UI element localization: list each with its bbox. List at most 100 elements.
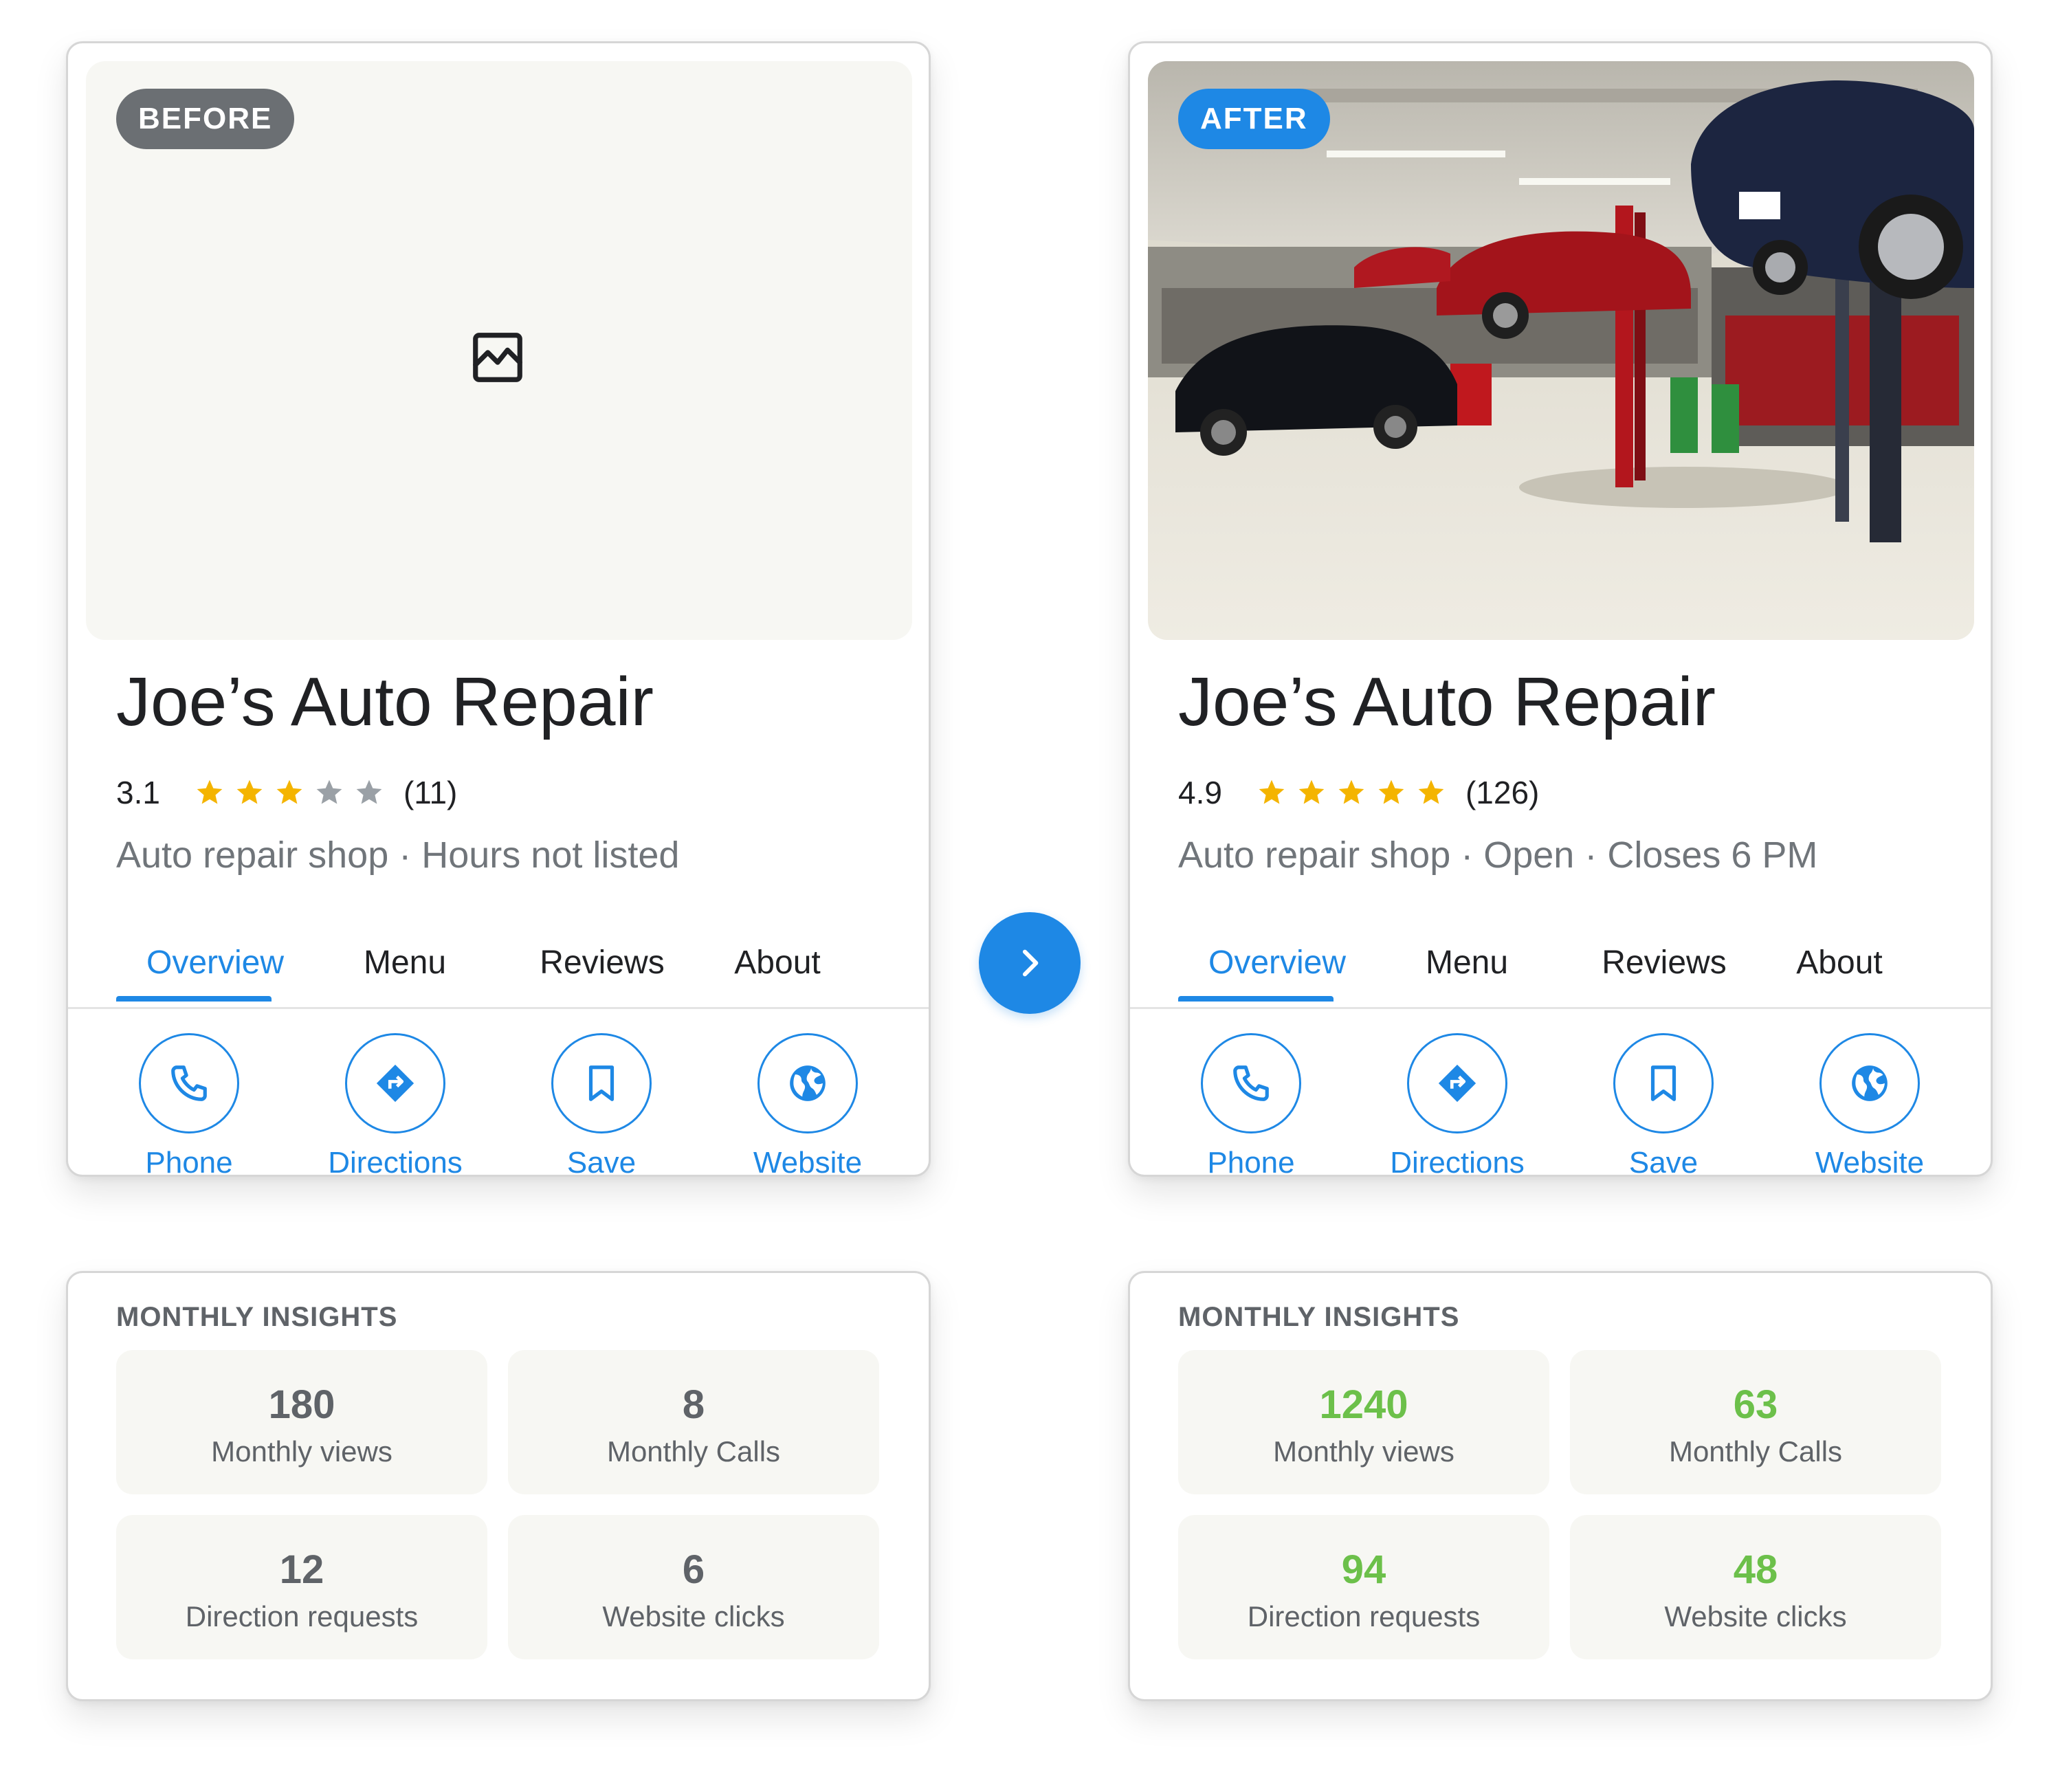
save-label[interactable]: Save — [512, 1146, 691, 1175]
star-empty-icon — [356, 779, 382, 804]
active-tab-indicator — [116, 996, 272, 1002]
metric-label: Monthly views — [1273, 1435, 1454, 1468]
tab-bar: Overview Menu Reviews About — [1130, 930, 1991, 1006]
phone-button[interactable]: Phone — [1162, 1033, 1340, 1175]
globe-icon — [1852, 1065, 1888, 1101]
directions-button-circle[interactable] — [345, 1033, 445, 1133]
tab-menu[interactable]: Menu — [1426, 944, 1508, 982]
phone-icon — [1233, 1065, 1269, 1101]
phone-button-circle[interactable] — [139, 1033, 239, 1133]
after-profile-card: AFTER Joe’s Auto Repair 4.9 (126) Auto r… — [1128, 41, 1993, 1177]
action-buttons: Phone Directions Save Website — [1130, 1033, 1991, 1175]
phone-label[interactable]: Phone — [1162, 1146, 1340, 1175]
star-filled-icon — [1378, 779, 1404, 804]
metric-value: 1240 — [1319, 1382, 1408, 1427]
metric-direction-requests: 94 Direction requests — [1178, 1515, 1549, 1659]
phone-icon — [171, 1065, 207, 1101]
chevron-right-icon — [1022, 949, 1039, 977]
save-button[interactable]: Save — [1574, 1033, 1753, 1175]
next-arrow-button[interactable] — [979, 912, 1081, 1014]
star-filled-icon — [197, 779, 223, 804]
metric-value: 63 — [1733, 1382, 1778, 1427]
tab-overview[interactable]: Overview — [1208, 944, 1346, 982]
tab-overview[interactable]: Overview — [146, 944, 284, 982]
metric-label: Monthly views — [211, 1435, 392, 1468]
directions-icon — [376, 1064, 414, 1103]
rating-row: 4.9 (126) — [1178, 772, 1539, 813]
metric-value: 48 — [1733, 1547, 1778, 1592]
before-hero-placeholder: BEFORE — [86, 61, 912, 640]
directions-label[interactable]: Directions — [1368, 1146, 1547, 1175]
tab-menu[interactable]: Menu — [364, 944, 446, 982]
phone-button[interactable]: Phone — [100, 1033, 278, 1175]
insights-title: MONTHLY INSIGHTS — [1178, 1302, 1460, 1332]
star-filled-icon — [1418, 779, 1444, 804]
after-badge: AFTER — [1178, 89, 1330, 149]
tab-reviews[interactable]: Reviews — [1602, 944, 1726, 982]
save-button-circle[interactable] — [551, 1033, 652, 1133]
tabs-divider — [68, 1007, 929, 1009]
metric-label: Website clicks — [1664, 1600, 1847, 1633]
star-filled-icon — [236, 779, 263, 804]
website-label[interactable]: Website — [1780, 1146, 1959, 1175]
directions-button-circle[interactable] — [1407, 1033, 1507, 1133]
metric-website-clicks: 6 Website clicks — [508, 1515, 879, 1659]
business-name: Joe’s Auto Repair — [116, 663, 654, 740]
business-subtitle: Auto repair shop · Hours not listed — [116, 834, 680, 876]
phone-label[interactable]: Phone — [100, 1146, 278, 1175]
metric-monthly-views: 180 Monthly views — [116, 1350, 487, 1494]
metric-value: 12 — [279, 1547, 324, 1592]
bookmark-icon — [1650, 1065, 1677, 1101]
star-filled-icon — [1338, 779, 1364, 804]
insights-title: MONTHLY INSIGHTS — [116, 1302, 398, 1332]
website-button[interactable]: Website — [718, 1033, 897, 1175]
after-insights-card: MONTHLY INSIGHTS 1240 Monthly views 63 M… — [1128, 1271, 1993, 1701]
metric-label: Monthly Calls — [606, 1435, 781, 1468]
tab-bar: Overview Menu Reviews About — [68, 930, 929, 1006]
tabs-divider — [1130, 1007, 1991, 1009]
before-profile-card: BEFORE Joe’s Auto Repair 3.1 (11) Auto r… — [66, 41, 931, 1177]
website-button[interactable]: Website — [1780, 1033, 1959, 1175]
metric-monthly-calls: 63 Monthly Calls — [1570, 1350, 1941, 1494]
metric-value: 8 — [682, 1382, 705, 1427]
star-rating — [1257, 777, 1446, 808]
globe-icon — [790, 1065, 826, 1101]
star-rating — [195, 777, 384, 808]
metric-monthly-views: 1240 Monthly views — [1178, 1350, 1549, 1494]
metric-value: 180 — [268, 1382, 335, 1427]
directions-label[interactable]: Directions — [306, 1146, 485, 1175]
metric-label: Monthly Calls — [1668, 1435, 1843, 1468]
star-filled-icon — [276, 779, 302, 804]
metric-value: 6 — [682, 1547, 705, 1592]
before-badge: BEFORE — [116, 89, 295, 149]
directions-button[interactable]: Directions — [306, 1033, 485, 1175]
metric-monthly-calls: 8 Monthly Calls — [508, 1350, 879, 1494]
review-count[interactable]: (11) — [403, 774, 457, 811]
tab-reviews[interactable]: Reviews — [540, 944, 664, 982]
star-empty-icon — [316, 779, 342, 804]
website-button-circle[interactable] — [1819, 1033, 1920, 1133]
active-tab-indicator — [1178, 996, 1334, 1002]
after-hero-photo[interactable]: AFTER — [1148, 61, 1974, 640]
rating-row: 3.1 (11) — [116, 772, 457, 813]
business-subtitle: Auto repair shop · Open · Closes 6 PM — [1178, 834, 1818, 876]
tab-about[interactable]: About — [734, 944, 820, 982]
metric-label: Website clicks — [602, 1600, 785, 1633]
metric-value: 94 — [1341, 1547, 1386, 1592]
directions-icon — [1438, 1064, 1476, 1103]
directions-button[interactable]: Directions — [1368, 1033, 1547, 1175]
broken-image-icon — [473, 333, 522, 382]
save-button[interactable]: Save — [512, 1033, 691, 1175]
rating-value: 4.9 — [1178, 775, 1222, 810]
website-label[interactable]: Website — [718, 1146, 897, 1175]
metric-label: Direction requests — [1247, 1600, 1481, 1633]
website-button-circle[interactable] — [757, 1033, 858, 1133]
save-label[interactable]: Save — [1574, 1146, 1753, 1175]
metric-website-clicks: 48 Website clicks — [1570, 1515, 1941, 1659]
review-count[interactable]: (126) — [1465, 774, 1539, 811]
phone-button-circle[interactable] — [1201, 1033, 1301, 1133]
bookmark-icon — [588, 1065, 615, 1101]
rating-value: 3.1 — [116, 775, 160, 810]
tab-about[interactable]: About — [1796, 944, 1882, 982]
save-button-circle[interactable] — [1613, 1033, 1714, 1133]
